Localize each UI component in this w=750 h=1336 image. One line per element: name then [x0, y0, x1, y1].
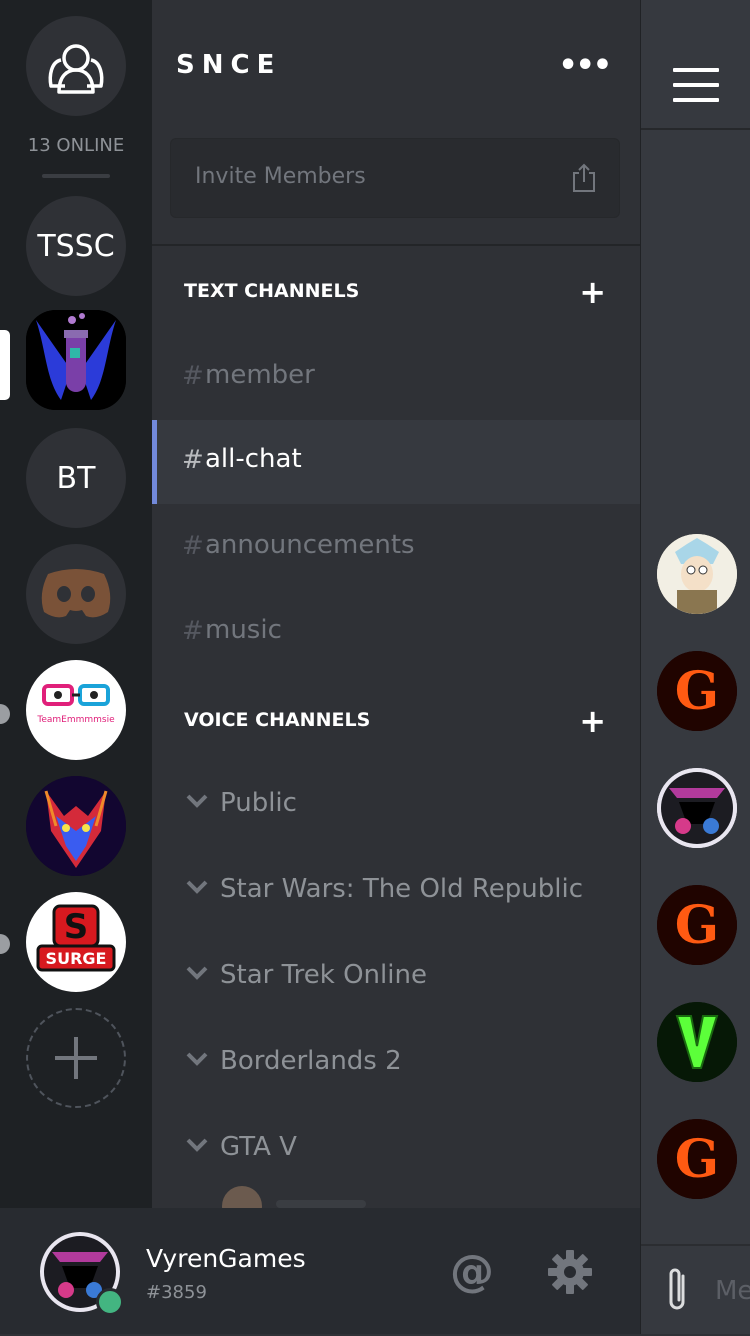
- server-menu-button[interactable]: •••: [558, 51, 612, 81]
- add-server-button[interactable]: [26, 1008, 126, 1108]
- server-icon-surge[interactable]: S SURGE: [26, 892, 126, 992]
- friends-icon: [48, 44, 104, 94]
- svg-text:G: G: [675, 895, 719, 956]
- chat-panel-peek: G G G Me: [640, 0, 750, 1334]
- message-input[interactable]: Me: [715, 1276, 750, 1306]
- hash-icon: #: [182, 445, 204, 475]
- share-icon: [573, 163, 595, 192]
- hamburger-menu-button[interactable]: [673, 68, 719, 113]
- surge-logo-text: SURGE: [46, 949, 107, 968]
- team-logo-icon: TeamEmmmmsie: [36, 684, 115, 725]
- svg-text:G: G: [675, 661, 719, 722]
- server-name[interactable]: SNCE: [176, 50, 281, 80]
- hash-icon: #: [182, 361, 204, 391]
- online-count: 13 ONLINE: [27, 135, 125, 156]
- channel-panel: SNCE ••• Invite Members TEXT CHANNELS + …: [152, 0, 640, 1208]
- channel-music[interactable]: # music: [152, 591, 640, 675]
- voice-channel-swtor[interactable]: Star Wars: The Old Republic: [152, 852, 640, 932]
- discord-logo-icon: [41, 569, 111, 618]
- selected-channel-indicator: [152, 420, 157, 504]
- chevron-down-icon: [186, 880, 208, 894]
- chevron-down-icon: [186, 1138, 208, 1152]
- plus-icon: [55, 1037, 97, 1079]
- server-icon-snce[interactable]: [26, 310, 126, 410]
- server-rail: 13 ONLINE TSSC BT TeamEmmmmsie S SURGE: [0, 0, 152, 1208]
- unread-indicator: [0, 704, 10, 724]
- invite-members-label: Invite Members: [195, 164, 366, 189]
- online-status-indicator: [96, 1288, 124, 1316]
- flame-g-avatar-icon: G: [657, 885, 737, 965]
- message-avatar[interactable]: G: [657, 885, 737, 965]
- channel-member[interactable]: # member: [152, 336, 640, 420]
- svg-text:S: S: [64, 907, 89, 947]
- text-channels-header[interactable]: TEXT CHANNELS: [184, 280, 359, 302]
- voice-channels-header[interactable]: VOICE CHANNELS: [184, 709, 370, 731]
- message-avatar[interactable]: [657, 1002, 737, 1082]
- unread-indicator: [0, 934, 10, 954]
- add-voice-channel-button[interactable]: +: [579, 705, 606, 737]
- voice-user-name-partial: [276, 1200, 366, 1208]
- username: VyrenGames: [146, 1244, 306, 1273]
- channel-name: music: [205, 615, 282, 645]
- channel-name: all-chat: [205, 444, 302, 474]
- server-icon-wolf[interactable]: [26, 776, 126, 876]
- mentions-button[interactable]: @: [450, 1246, 494, 1297]
- voice-channel-sto[interactable]: Star Trek Online: [152, 938, 640, 1018]
- chevron-down-icon: [186, 1052, 208, 1066]
- channel-name: member: [205, 360, 315, 390]
- settings-gear-icon[interactable]: [546, 1248, 594, 1296]
- voice-channel-gta[interactable]: GTA V: [152, 1110, 640, 1190]
- divider: [641, 128, 750, 130]
- voice-channel-public[interactable]: Public: [152, 766, 640, 846]
- surge-logo-icon: S SURGE: [36, 904, 116, 972]
- user-panel: VyrenGames #3859 @: [0, 1208, 640, 1334]
- rick-avatar-icon: [657, 534, 737, 614]
- message-avatar[interactable]: G: [657, 651, 737, 731]
- vyren-logo-icon: [657, 768, 737, 848]
- server-icon-discord[interactable]: [26, 544, 126, 644]
- voice-channel-name: Star Trek Online: [220, 960, 427, 990]
- voice-channel-name: Public: [220, 788, 297, 818]
- voice-channel-name: Star Wars: The Old Republic: [220, 874, 584, 904]
- hash-icon: #: [182, 616, 204, 646]
- hash-icon: #: [182, 531, 204, 561]
- divider: [152, 244, 640, 246]
- flame-g-avatar-icon: G: [657, 651, 737, 731]
- potion-logo-icon: [26, 310, 126, 410]
- selected-server-indicator: [0, 330, 10, 400]
- green-v-avatar-icon: [657, 1002, 737, 1082]
- chevron-down-icon: [186, 966, 208, 980]
- add-text-channel-button[interactable]: +: [579, 276, 606, 308]
- voice-channel-name: GTA V: [220, 1132, 297, 1162]
- message-avatar[interactable]: [657, 534, 737, 614]
- server-icon-tssc[interactable]: TSSC: [26, 196, 126, 296]
- voice-channel-borderlands[interactable]: Borderlands 2: [152, 1024, 640, 1104]
- svg-text:G: G: [675, 1129, 719, 1190]
- flame-g-avatar-icon: G: [657, 1119, 737, 1199]
- server-icon-bt[interactable]: BT: [26, 428, 126, 528]
- invite-members-button[interactable]: Invite Members: [170, 138, 620, 218]
- user-discriminator: #3859: [146, 1282, 207, 1303]
- rail-divider: [42, 174, 110, 178]
- attachment-icon[interactable]: [663, 1266, 691, 1316]
- channel-name: announcements: [205, 530, 415, 560]
- friends-button[interactable]: [26, 16, 126, 116]
- channel-all-chat[interactable]: # all-chat: [152, 420, 640, 504]
- server-icon-team[interactable]: TeamEmmmmsie: [26, 660, 126, 760]
- channel-announcements[interactable]: # announcements: [152, 506, 640, 590]
- message-avatar[interactable]: G: [657, 1119, 737, 1199]
- team-logo-text: TeamEmmmmsie: [36, 715, 115, 725]
- chevron-down-icon: [186, 794, 208, 808]
- message-avatar[interactable]: [657, 768, 737, 848]
- voice-channel-name: Borderlands 2: [220, 1046, 402, 1076]
- message-composer: Me: [641, 1244, 750, 1336]
- wolf-logo-icon: [26, 776, 126, 876]
